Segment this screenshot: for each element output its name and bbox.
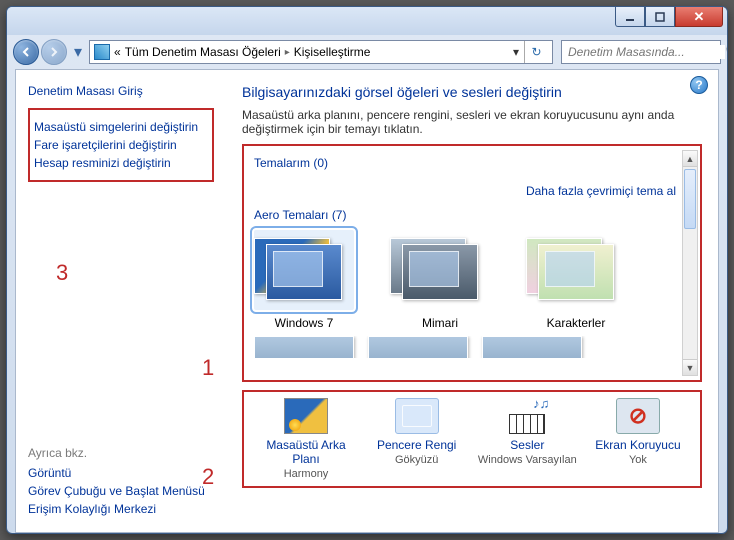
see-also-group: Ayrıca bkz. Görüntü Görev Çubuğu ve Başl…: [28, 446, 214, 520]
see-also-ease[interactable]: Erişim Kolaylığı Merkezi: [28, 502, 214, 516]
back-button[interactable]: [13, 39, 39, 65]
see-also-title: Ayrıca bkz.: [28, 446, 214, 460]
close-button[interactable]: ✕: [675, 7, 723, 27]
scroll-down-button[interactable]: ▼: [683, 359, 697, 375]
sounds-button[interactable]: Sesler Windows Varsayılan: [473, 398, 581, 480]
personalization-window: ✕ ▾ « Tüm Denetim Masası Öğeleri ▸ Kişis…: [6, 6, 728, 534]
search-box[interactable]: 🔍: [561, 40, 721, 64]
scroll-up-button[interactable]: ▲: [683, 151, 697, 167]
breadcrumb-parent[interactable]: Tüm Denetim Masası Öğeleri: [125, 45, 281, 59]
tasks-group: Masaüstü simgelerini değiştirin Fare işa…: [28, 108, 214, 182]
theme-next-row-peek: [254, 336, 680, 358]
my-themes-heading: Temalarım (0): [254, 156, 680, 170]
task-mouse-pointers[interactable]: Fare işaretçilerini değiştirin: [34, 138, 208, 152]
setting-value: Yok: [584, 454, 692, 466]
theme-windows7[interactable]: Windows 7: [254, 230, 354, 330]
setting-label: Pencere Rengi: [363, 438, 471, 452]
help-button[interactable]: ?: [690, 76, 708, 94]
theme-characters[interactable]: Karakterler: [526, 230, 626, 330]
main-panel: ? Bilgisayarınızdaki görsel öğeleri ve s…: [226, 70, 718, 532]
themes-scrollbar[interactable]: ▲ ▼: [682, 150, 698, 376]
theme-architecture[interactable]: Mimari: [390, 230, 490, 330]
control-panel-icon: [94, 44, 110, 60]
setting-value: Gökyüzü: [363, 454, 471, 466]
setting-label: Ekran Koruyucu: [584, 438, 692, 452]
setting-value: Harmony: [252, 468, 360, 480]
theme-row: Windows 7 Mimari Karakterler: [254, 230, 680, 330]
setting-label: Sesler: [473, 438, 581, 452]
task-account-picture[interactable]: Hesap resminizi değiştirin: [34, 156, 208, 170]
setting-value: Windows Varsayılan: [473, 454, 581, 466]
search-input[interactable]: [568, 45, 725, 59]
aero-themes-heading: Aero Temaları (7): [254, 208, 680, 222]
see-also-taskbar[interactable]: Görev Çubuğu ve Başlat Menüsü: [28, 484, 214, 498]
minimize-button[interactable]: [615, 7, 645, 27]
window-color-button[interactable]: Pencere Rengi Gökyüzü: [363, 398, 471, 480]
history-dropdown[interactable]: ▾: [71, 42, 85, 62]
settings-row: Masaüstü Arka Planı Harmony Pencere Reng…: [242, 390, 702, 488]
theme-label: Windows 7: [275, 316, 334, 330]
breadcrumb-current[interactable]: Kişiselleştirme: [294, 45, 371, 59]
scroll-thumb[interactable]: [684, 169, 696, 229]
task-desktop-icons[interactable]: Masaüstü simgelerini değiştirin: [34, 120, 208, 134]
sidebar: Denetim Masası Giriş Masaüstü simgelerin…: [16, 70, 226, 532]
address-bar[interactable]: « Tüm Denetim Masası Öğeleri ▸ Kişiselle…: [89, 40, 553, 64]
page-subtitle: Masaüstü arka planını, pencere rengini, …: [242, 108, 702, 136]
annotation-3: 3: [56, 260, 68, 286]
setting-label: Masaüstü Arka Planı: [252, 438, 360, 466]
search-icon[interactable]: 🔍: [725, 42, 728, 62]
annotation-1: 1: [202, 355, 214, 381]
sounds-icon: [505, 398, 549, 434]
see-also-display[interactable]: Görüntü: [28, 466, 214, 480]
nav-toolbar: ▾ « Tüm Denetim Masası Öğeleri ▸ Kişisel…: [7, 35, 727, 69]
control-panel-home-link[interactable]: Denetim Masası Giriş: [28, 84, 214, 98]
window-controls: ✕: [615, 7, 723, 27]
breadcrumb-root: «: [114, 45, 121, 59]
content-area: Denetim Masası Giriş Masaüstü simgelerin…: [15, 69, 719, 533]
maximize-button[interactable]: [645, 7, 675, 27]
chevron-right-icon: ▸: [285, 47, 290, 58]
screensaver-button[interactable]: Ekran Koruyucu Yok: [584, 398, 692, 480]
screensaver-icon: [616, 398, 660, 434]
address-dropdown[interactable]: ▾: [508, 45, 524, 59]
forward-button[interactable]: [41, 39, 67, 65]
wallpaper-icon: [284, 398, 328, 434]
window-color-icon: [395, 398, 439, 434]
get-more-themes-link[interactable]: Daha fazla çevrimiçi tema al: [526, 184, 676, 198]
page-title: Bilgisayarınızdaki görsel öğeleri ve ses…: [242, 84, 702, 100]
refresh-button[interactable]: ↻: [524, 41, 548, 63]
theme-label: Mimari: [422, 316, 458, 330]
titlebar: ✕: [7, 7, 727, 35]
theme-label: Karakterler: [547, 316, 606, 330]
themes-panel: Temalarım (0) Daha fazla çevrimiçi tema …: [242, 144, 702, 382]
desktop-background-button[interactable]: Masaüstü Arka Planı Harmony: [252, 398, 360, 480]
